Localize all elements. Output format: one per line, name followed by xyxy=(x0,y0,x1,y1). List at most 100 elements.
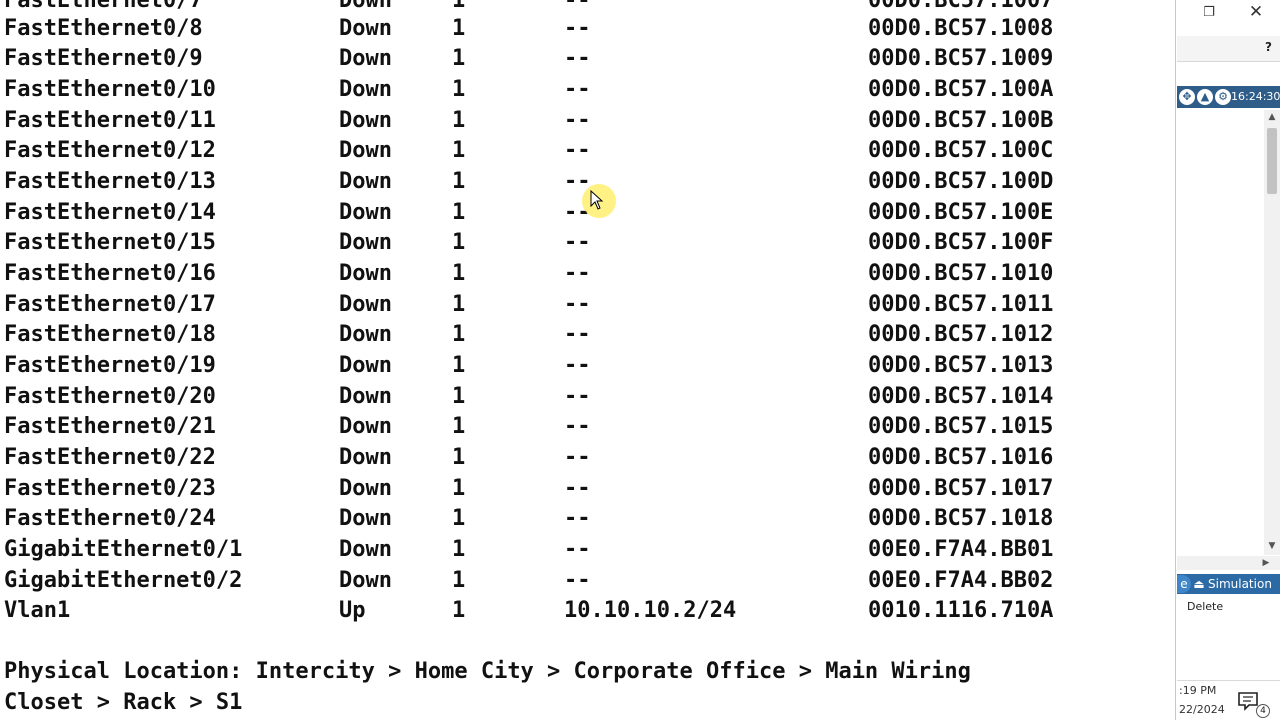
table-row: FastEthernet0/23 Down 1 -- 00D0.BC57.1017 xyxy=(4,474,1174,505)
port-ip: -- xyxy=(564,537,591,563)
port-name: FastEthernet0/20 xyxy=(4,383,216,409)
port-vlan: 1 xyxy=(452,260,466,286)
horizontal-scrollbar[interactable]: ▶ xyxy=(1177,556,1280,570)
delete-button[interactable]: Delete xyxy=(1187,600,1223,613)
port-name: GigabitEthernet0/2 xyxy=(4,567,243,593)
port-name: FastEthernet0/9 xyxy=(4,46,203,72)
window-controls: ❐ ✕ xyxy=(1177,0,1280,34)
port-vlan: 1 xyxy=(452,322,466,348)
restore-window-button[interactable]: ❐ xyxy=(1199,3,1219,23)
port-name: FastEthernet0/24 xyxy=(4,506,216,532)
help-button[interactable]: ? xyxy=(1265,40,1272,54)
port-vlan: 1 xyxy=(452,475,466,501)
port-name: FastEthernet0/22 xyxy=(4,445,216,471)
port-vlan: 1 xyxy=(452,76,466,102)
toolbar-strip: ? xyxy=(1177,36,1280,62)
port-status: Down xyxy=(339,414,392,440)
port-status: Down xyxy=(339,291,392,317)
close-window-button[interactable]: ✕ xyxy=(1245,1,1267,23)
port-status: Down xyxy=(339,168,392,194)
picture-icon[interactable]: ▲ xyxy=(1197,89,1213,105)
port-mac: 00D0.BC57.1017 xyxy=(868,475,1054,501)
port-mac: 00E0.F7A4.BB02 xyxy=(868,567,1054,593)
port-mac: 00D0.BC57.1012 xyxy=(868,322,1054,348)
port-mac: 00D0.BC57.1011 xyxy=(868,291,1054,317)
port-mac: 0010.1116.710A xyxy=(868,598,1054,624)
port-name: FastEthernet0/21 xyxy=(4,414,216,440)
realtime-mode-tab[interactable]: e xyxy=(1177,575,1191,593)
port-name: GigabitEthernet0/1 xyxy=(4,537,243,563)
port-vlan: 1 xyxy=(452,15,466,41)
port-ip: -- xyxy=(564,475,591,501)
port-name: FastEthernet0/14 xyxy=(4,199,216,225)
simulation-icon: ⏏ xyxy=(1193,577,1205,591)
scrollbar-thumb[interactable] xyxy=(1267,128,1277,194)
port-ip: -- xyxy=(564,445,591,471)
table-row: FastEthernet0/9 Down 1 -- 00D0.BC57.1009 xyxy=(4,44,1174,75)
side-panel: ❐ ✕ ? ✥ ▲ ⚙ 16:24:30 ▲ ▼ ▶ e ⏏ Simulation… xyxy=(1177,0,1280,720)
port-ip: -- xyxy=(564,291,591,317)
port-vlan: 1 xyxy=(452,352,466,378)
port-mac: 00D0.BC57.1014 xyxy=(868,383,1054,409)
port-vlan: 1 xyxy=(452,414,466,440)
port-vlan: 1 xyxy=(452,230,466,256)
port-status: Down xyxy=(339,445,392,471)
port-status: Down xyxy=(339,76,392,102)
port-mac: 00D0.BC57.100F xyxy=(868,230,1054,256)
port-name: FastEthernet0/11 xyxy=(4,107,216,133)
scroll-down-icon[interactable]: ▼ xyxy=(1264,539,1280,553)
system-taskbar: :19 PM 22/2024 4 xyxy=(1177,680,1280,720)
simulation-mode-tab[interactable]: ⏏ Simulation xyxy=(1193,575,1280,593)
table-row: FastEthernet0/11 Down 1 -- 00D0.BC57.100B xyxy=(4,106,1174,137)
port-status: Down xyxy=(339,260,392,286)
port-status: Down xyxy=(339,475,392,501)
port-status: Down xyxy=(339,138,392,164)
table-row: FastEthernet0/15 Down 1 -- 00D0.BC57.100F xyxy=(4,228,1174,259)
simulation-label: Simulation xyxy=(1208,577,1272,591)
port-name: Vlan1 xyxy=(4,598,71,624)
port-name: FastEthernet0/8 xyxy=(4,15,203,41)
port-name: FastEthernet0/10 xyxy=(4,76,216,102)
clock-readout: 16:24:30 xyxy=(1231,90,1280,103)
physical-location-line2: Closet > Rack > S1 xyxy=(4,690,243,715)
scroll-right-icon[interactable]: ▶ xyxy=(1260,556,1272,570)
table-row: FastEthernet0/20 Down 1 -- 00D0.BC57.1014 xyxy=(4,382,1174,413)
port-vlan: 1 xyxy=(452,46,466,72)
port-name: FastEthernet0/15 xyxy=(4,230,216,256)
port-mac: 00D0.BC57.1013 xyxy=(868,352,1054,378)
taskbar-date: 22/2024 xyxy=(1179,703,1225,716)
table-row: FastEthernet0/19 Down 1 -- 00D0.BC57.1013 xyxy=(4,351,1174,382)
port-mac: 00D0.BC57.1009 xyxy=(868,46,1054,72)
port-vlan: 1 xyxy=(452,138,466,164)
port-vlan: 1 xyxy=(452,107,466,133)
port-mac: 00E0.F7A4.BB01 xyxy=(868,537,1054,563)
port-mac: 00D0.BC57.1018 xyxy=(868,506,1054,532)
table-row: FastEthernet0/10 Down 1 -- 00D0.BC57.100A xyxy=(4,75,1174,106)
network-icon[interactable]: ✥ xyxy=(1179,89,1195,105)
table-row: GigabitEthernet0/1 Down 1 -- 00E0.F7A4.BB01 xyxy=(4,535,1174,566)
port-ip: -- xyxy=(564,506,591,532)
port-name: FastEthernet0/13 xyxy=(4,168,216,194)
port-name: FastEthernet0/18 xyxy=(4,322,216,348)
port-ip: -- xyxy=(564,260,591,286)
table-row: FastEthernet0/8 Down 1 -- 00D0.BC57.1008 xyxy=(4,14,1174,45)
port-ip: -- xyxy=(564,107,591,133)
table-row: FastEthernet0/24 Down 1 -- 00D0.BC57.1018 xyxy=(4,504,1174,535)
port-status: Down xyxy=(339,322,392,348)
mouse-pointer-icon xyxy=(590,190,604,210)
port-ip: 10.10.10.2/24 xyxy=(564,598,737,624)
port-ip: -- xyxy=(564,414,591,440)
port-vlan: 1 xyxy=(452,168,466,194)
port-ip: -- xyxy=(564,352,591,378)
scroll-up-icon[interactable]: ▲ xyxy=(1264,110,1280,124)
port-status: Down xyxy=(339,15,392,41)
table-row: Vlan1 Up 1 10.10.10.2/24 0010.1116.710A xyxy=(4,596,1174,627)
gear-icon[interactable]: ⚙ xyxy=(1215,89,1231,105)
port-mac: 00D0.BC57.100A xyxy=(868,76,1054,102)
cli-terminal[interactable]: FastEthernet0/7 Down 1 -- 00D0.BC57.1007… xyxy=(0,0,1176,720)
port-status: Down xyxy=(339,537,392,563)
port-mac: 00D0.BC57.100B xyxy=(868,107,1054,133)
port-mac: 00D0.BC57.100E xyxy=(868,199,1054,225)
port-vlan: 1 xyxy=(452,291,466,317)
port-status: Down xyxy=(339,230,392,256)
